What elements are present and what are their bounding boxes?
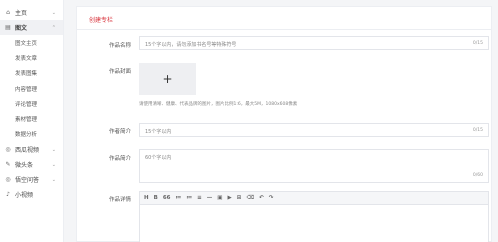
- chevron-down-icon: ⌄: [51, 9, 56, 16]
- bold-button[interactable]: B: [154, 195, 158, 201]
- ordered-list-button[interactable]: ≔: [175, 195, 181, 201]
- sidebar-subitem-content-manage[interactable]: 内容管理: [0, 81, 63, 96]
- video-icon[interactable]: ▶: [227, 195, 231, 201]
- author-intro-input[interactable]: 15个字以内 0/15: [139, 123, 489, 137]
- author-intro-placeholder: 15个字以内: [145, 129, 172, 135]
- sidebar-item-label: 主页: [15, 10, 28, 17]
- align-button[interactable]: ≡: [197, 195, 202, 201]
- microblog-icon: ✎: [5, 161, 11, 169]
- plus-icon: +: [162, 72, 173, 86]
- sidebar-item-image-text[interactable]: ▤ 图文 ⌃: [0, 20, 63, 35]
- unordered-list-button[interactable]: ≔: [186, 195, 192, 201]
- tab-divider: [77, 29, 491, 30]
- qa-icon: ◎: [5, 176, 11, 184]
- heading-button[interactable]: H: [144, 195, 149, 201]
- sidebar-subitem-home[interactable]: 图文主页: [0, 35, 63, 50]
- undo-icon[interactable]: ↶: [259, 195, 264, 201]
- sidebar-item-label: 图文: [15, 25, 28, 32]
- work-intro-char-count: 0/60: [472, 173, 483, 178]
- sidebar-item-microblog[interactable]: ✎ 微头条 ⌄: [0, 157, 63, 172]
- app-root: ⌂ 主页 ⌄ ▤ 图文 ⌃ 图文主页 发表文章 发表图集 内容管理 评论管理 素…: [0, 0, 498, 242]
- image-text-icon: ▤: [5, 24, 11, 31]
- image-icon[interactable]: ▣: [217, 195, 222, 201]
- short-video-icon: ♪: [6, 191, 10, 199]
- chevron-up-icon: ⌃: [51, 24, 56, 31]
- table-icon[interactable]: ⊞: [237, 195, 242, 201]
- sidebar-subitem-material-manage[interactable]: 素材管理: [0, 111, 63, 126]
- eraser-icon[interactable]: ⌫: [246, 195, 254, 201]
- quote-button[interactable]: 66: [163, 195, 171, 201]
- tab-create-column[interactable]: 创建专栏: [89, 15, 113, 24]
- sidebar-item-label: 悟空问答: [15, 177, 40, 185]
- home-icon: ⌂: [6, 9, 10, 16]
- details-editor[interactable]: [139, 205, 489, 242]
- chevron-down-icon: ⌄: [51, 146, 56, 153]
- sidebar-item-xigua-video[interactable]: ◎ 西瓜视频 ⌄: [0, 142, 63, 157]
- cover-label: 作品封面: [108, 69, 131, 75]
- details-label: 作品详情: [108, 197, 131, 203]
- sidebar-subitem-publish-gallery[interactable]: 发表图集: [0, 66, 63, 81]
- editor-toolbar: H B 66 ≔ ≔ ≡ — ▣ ▶ ⊞ ⌫ ↶ ↷: [139, 191, 489, 205]
- title-placeholder: 15个字以内，请勿添加书名号等特殊符号: [145, 42, 237, 48]
- sidebar-subitem-data-analysis[interactable]: 数据分析: [0, 127, 63, 142]
- sidebar-item-home[interactable]: ⌂ 主页 ⌄: [0, 5, 63, 20]
- cover-upload-button[interactable]: +: [139, 63, 196, 95]
- sidebar-subitem-comment-manage[interactable]: 评论管理: [0, 96, 63, 111]
- sidebar: ⌂ 主页 ⌄ ▤ 图文 ⌃ 图文主页 发表文章 发表图集 内容管理 评论管理 素…: [0, 0, 64, 242]
- chevron-down-icon: ⌄: [51, 176, 56, 183]
- work-intro-textarea[interactable]: 60个字以内 0/60: [139, 149, 489, 183]
- divider-button[interactable]: —: [207, 195, 213, 201]
- sidebar-item-short-video[interactable]: ♪ 小视频: [0, 187, 63, 202]
- sidebar-subitem-publish-article[interactable]: 发表文章: [0, 50, 63, 65]
- title-input[interactable]: 15个字以内，请勿添加书名号等特殊符号 0/15: [139, 36, 489, 50]
- chevron-down-icon: ⌄: [51, 161, 56, 168]
- author-intro-char-count: 0/15: [472, 128, 483, 133]
- sidebar-item-wukong-qa[interactable]: ◎ 悟空问答 ⌄: [0, 172, 63, 187]
- video-icon: ◎: [5, 146, 11, 154]
- work-intro-label: 作品简介: [108, 156, 131, 162]
- author-intro-label: 作者简介: [108, 129, 131, 135]
- title-label: 作品名称: [108, 43, 131, 49]
- redo-icon[interactable]: ↷: [269, 195, 274, 201]
- title-char-count: 0/15: [472, 41, 483, 46]
- sidebar-item-label: 西瓜视频: [15, 147, 40, 155]
- sidebar-item-label: 微头条: [15, 162, 34, 170]
- cover-hint: 请使用清晰、健康、代表品牌的图片，图片比例1:6，最大5M，1080x608像素: [139, 102, 298, 107]
- create-column-panel: 创建专栏 作品名称 15个字以内，请勿添加书名号等特殊符号 0/15 作品封面 …: [76, 6, 492, 242]
- sidebar-item-label: 小视频: [15, 192, 34, 200]
- work-intro-placeholder: 60个字以内: [145, 155, 172, 161]
